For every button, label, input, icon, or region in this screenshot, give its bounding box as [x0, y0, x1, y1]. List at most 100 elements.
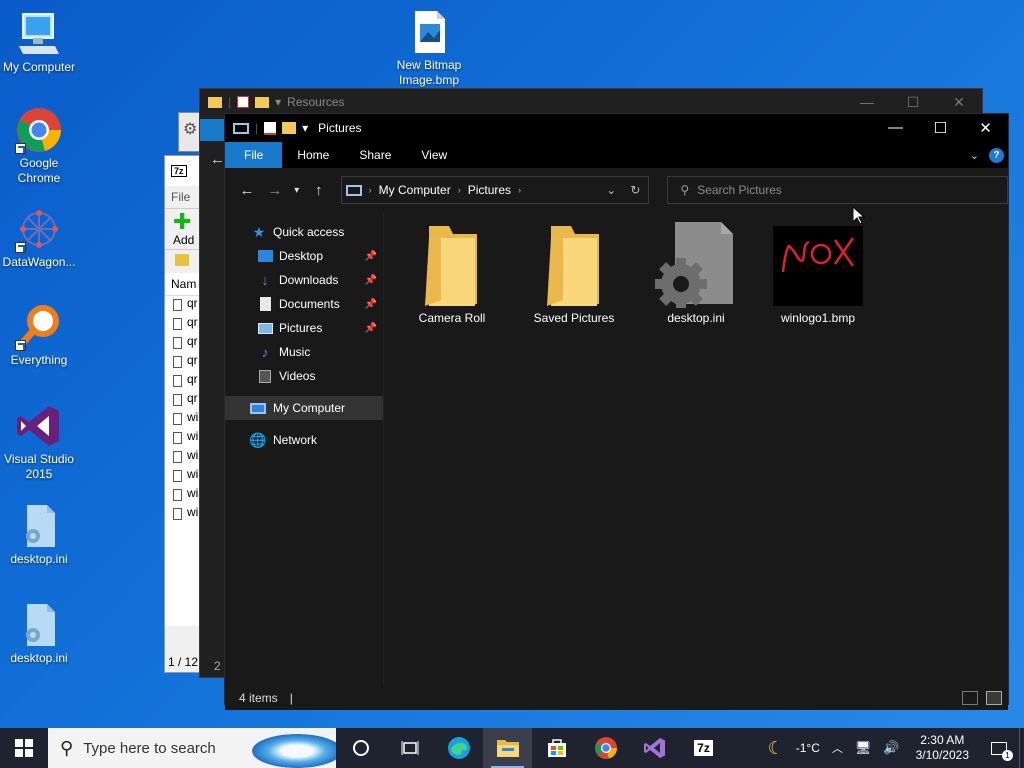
list-item[interactable]: qr: [165, 372, 203, 391]
back-arrow-icon[interactable]: ←: [210, 151, 225, 168]
desktop-icon-desktop-ini-2[interactable]: desktop.ini: [0, 601, 78, 666]
taskbar-chrome[interactable]: [581, 728, 630, 768]
sidebar-item-my-computer[interactable]: My Computer: [225, 396, 383, 420]
list-item[interactable]: qr: [165, 353, 203, 372]
list-item[interactable]: wi: [165, 429, 203, 448]
maximize-button[interactable]: ☐: [918, 119, 963, 137]
pin-icon[interactable]: 📌: [365, 251, 377, 262]
list-item[interactable]: qr: [165, 334, 203, 353]
tab-share[interactable]: Share: [344, 142, 406, 168]
minimize-button[interactable]: —: [844, 94, 890, 111]
large-icons-view-button[interactable]: [986, 691, 1002, 705]
sidebar-item-documents[interactable]: Documents 📌: [225, 292, 383, 316]
pin-icon[interactable]: 📌: [365, 323, 377, 334]
desktop-icon-new-bitmap[interactable]: New Bitmap Image.bmp: [389, 8, 469, 88]
list-item[interactable]: qr: [165, 296, 203, 315]
sidebar-item-music[interactable]: ♪ Music: [225, 340, 383, 364]
7zip-window[interactable]: 7z File ✚ Add Nam qr qr qr qr qr qr wi wi wi wi wi…: [164, 155, 204, 673]
breadcrumb-separator-icon[interactable]: ›: [518, 185, 521, 195]
properties-icon[interactable]: [264, 121, 277, 135]
up-button[interactable]: ↑: [307, 182, 331, 199]
sidebar-item-desktop[interactable]: Desktop 📌: [225, 244, 383, 268]
list-item[interactable]: qr: [165, 391, 203, 410]
file-item-desktop-ini[interactable]: desktop.ini: [638, 218, 754, 325]
file-icon: [173, 299, 182, 311]
sidebar-item-label: Desktop: [279, 249, 324, 263]
forward-button[interactable]: →: [263, 182, 287, 199]
address-history-dropdown-icon[interactable]: ⌄: [606, 183, 616, 197]
file-item-winlogo1[interactable]: winlogo1.bmp: [760, 218, 876, 325]
sidebar-item-network[interactable]: 🌐 Network: [225, 428, 383, 452]
list-item[interactable]: qr: [165, 315, 203, 334]
sidebar-item-downloads[interactable]: ↓ Downloads 📌: [225, 268, 383, 292]
explorer-app-icon: [233, 122, 249, 134]
breadcrumb-pictures[interactable]: Pictures: [468, 183, 511, 197]
weather-temperature[interactable]: -1°C: [790, 741, 826, 755]
taskbar-file-explorer[interactable]: [483, 728, 532, 768]
sidebar-item-videos[interactable]: Videos: [225, 364, 383, 388]
7zip-add-button[interactable]: Add: [173, 233, 195, 247]
taskbar-7zip[interactable]: 7z: [679, 728, 728, 768]
clock[interactable]: 2:30 AM 3/10/2023: [906, 733, 979, 763]
explorer-window[interactable]: | ▾ Pictures — ☐ ✕ File Home Share View …: [224, 113, 1009, 710]
tab-file[interactable]: File: [225, 142, 283, 168]
maximize-button[interactable]: ☐: [890, 94, 936, 111]
sidebar-item-pictures[interactable]: Pictures 📌: [225, 316, 383, 340]
taskbar-visual-studio[interactable]: [630, 728, 679, 768]
taskbar-edge[interactable]: [434, 728, 483, 768]
network-tray-icon[interactable]: 🖥: [849, 740, 878, 756]
file-item-camera-roll[interactable]: Camera Roll: [394, 218, 510, 325]
weather-moon-icon[interactable]: ☾: [762, 738, 790, 759]
tab-home[interactable]: Home: [282, 142, 344, 168]
close-button[interactable]: ✕: [963, 119, 1008, 137]
taskbar-store[interactable]: [532, 728, 581, 768]
list-item[interactable]: wi: [165, 448, 203, 467]
task-view-button[interactable]: [385, 728, 434, 768]
list-item[interactable]: wi: [165, 505, 203, 524]
7zip-menu-file[interactable]: File: [165, 186, 203, 208]
ini-file-icon: [15, 502, 63, 550]
file-tab-partial[interactable]: [200, 119, 224, 141]
pin-icon[interactable]: 📌: [365, 275, 377, 286]
start-button[interactable]: [0, 728, 48, 768]
quick-access-dropdown-icon[interactable]: ▾: [302, 121, 308, 135]
volume-icon[interactable]: 🔊: [877, 740, 905, 756]
desktop-icon-everything[interactable]: Everything: [0, 303, 78, 368]
sidebar-item-label: Downloads: [279, 273, 339, 287]
desktop-icon-desktop-ini-1[interactable]: desktop.ini: [0, 502, 78, 567]
clock-date: 3/10/2023: [915, 748, 969, 762]
list-item[interactable]: wi: [165, 467, 203, 486]
details-view-button[interactable]: [962, 691, 978, 705]
breadcrumb-my-computer[interactable]: My Computer: [379, 183, 451, 197]
desktop-icon-my-computer[interactable]: My Computer: [0, 10, 78, 75]
pin-icon[interactable]: 📌: [365, 299, 377, 310]
7zip-column-name[interactable]: Nam: [165, 273, 203, 296]
taskbar-search-box[interactable]: ⚲ Type here to search: [48, 728, 336, 768]
notification-center-button[interactable]: 1: [979, 741, 1019, 761]
tab-view[interactable]: View: [406, 142, 462, 168]
breadcrumb-separator-icon: ›: [457, 185, 461, 195]
search-box[interactable]: ⚲: [667, 176, 1009, 204]
desktop-icon-datawagon[interactable]: DataWagon...: [0, 205, 78, 270]
search-input[interactable]: [697, 183, 988, 197]
recent-locations-button[interactable]: ▾: [291, 185, 303, 196]
task-view-cortana-button[interactable]: [336, 728, 385, 768]
show-hidden-icons-chevron-icon[interactable]: ︿: [826, 740, 849, 756]
show-desktop-button[interactable]: [1019, 728, 1024, 768]
file-list-pane[interactable]: Camera Roll Saved Pictures desktop.ini w…: [383, 212, 1008, 686]
sidebar-item-quick-access[interactable]: ★ Quick access: [225, 220, 383, 244]
list-item[interactable]: wi: [165, 410, 203, 429]
help-icon[interactable]: ?: [989, 147, 1004, 163]
desktop-icon-google-chrome[interactable]: Google Chrome: [0, 106, 78, 186]
new-folder-icon[interactable]: [282, 122, 297, 134]
expand-ribbon-icon[interactable]: ⌄: [970, 149, 979, 162]
minimize-button[interactable]: —: [873, 119, 918, 137]
address-bar[interactable]: › My Computer › Pictures › ⌄ ↻: [340, 176, 650, 204]
file-item-saved-pictures[interactable]: Saved Pictures: [516, 218, 632, 325]
desktop-icon-visual-studio[interactable]: Visual Studio 2015: [0, 402, 78, 482]
refresh-icon[interactable]: ↻: [630, 183, 640, 197]
back-button[interactable]: ←: [235, 182, 259, 199]
list-item[interactable]: wi: [165, 486, 203, 505]
close-button[interactable]: ✕: [936, 94, 982, 111]
explorer-titlebar[interactable]: | ▾ Pictures — ☐ ✕: [225, 114, 1008, 142]
